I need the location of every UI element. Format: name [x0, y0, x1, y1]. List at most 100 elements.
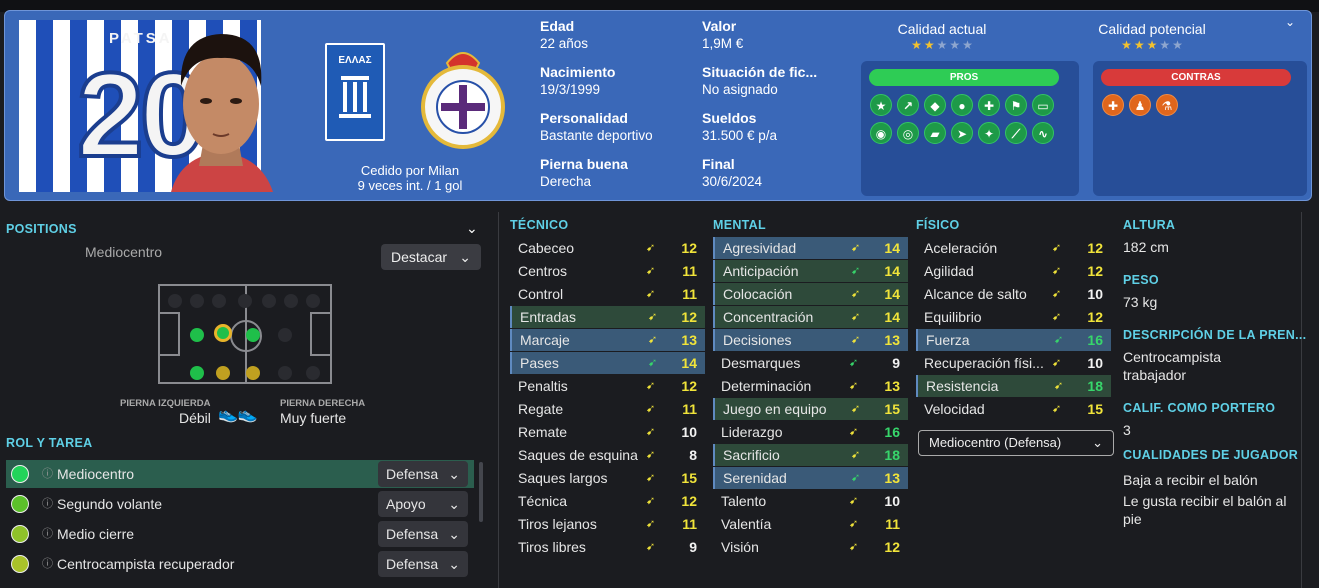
star-icon: ★	[962, 38, 973, 52]
position-dot	[238, 294, 252, 308]
ball-icon[interactable]: ◉	[870, 122, 892, 144]
contras-label: CONTRAS	[1101, 69, 1291, 86]
description-title: DESCRIPCIÓN DE LA PREN...	[1123, 328, 1307, 342]
position-dot	[278, 366, 292, 380]
tecnico-attribute-row[interactable]: Pases ➹ 14	[510, 352, 705, 374]
duty-label: Defensa	[386, 526, 439, 542]
tecnico-attribute-row[interactable]: Regate ➹ 11	[510, 398, 705, 420]
tecnico-attribute-row[interactable]: Tiros libres ➹ 9	[510, 536, 705, 558]
tecnico-attribute-row[interactable]: Remate ➹ 10	[510, 421, 705, 443]
mental-attribute-row[interactable]: Liderazgo ➹ 16	[713, 421, 908, 443]
tecnico-attribute-row[interactable]: Técnica ➹ 12	[510, 490, 705, 512]
header-collapse-chevron-icon[interactable]: ⌄	[1285, 15, 1295, 29]
fisico-attribute-row[interactable]: Resistencia ➹ 18	[916, 375, 1111, 397]
attribute-name: Resistencia	[926, 378, 999, 394]
fisico-attribute-row[interactable]: Aceleración ➹ 12	[916, 237, 1111, 259]
fitness-icon[interactable]: ♟	[1129, 94, 1151, 116]
attribute-value: 15	[681, 470, 697, 486]
duty-dropdown[interactable]: Defensa ⌄	[378, 521, 468, 547]
roles-scrollbar[interactable]	[479, 462, 483, 522]
attribute-name: Decisiones	[723, 332, 792, 348]
attribute-value: 16	[1087, 332, 1103, 348]
role-row[interactable]: ⓘ Mediocentro Defensa ⌄	[6, 460, 474, 488]
mental-attribute-row[interactable]: Valentía ➹ 11	[713, 513, 908, 535]
mental-attribute-row[interactable]: Colocación ➹ 14	[713, 283, 908, 305]
role-row[interactable]: ⓘ Medio cierre Defensa ⌄	[6, 520, 474, 548]
caps-text: 9 veces int. / 1 gol	[357, 178, 463, 193]
role-name: Medio cierre	[57, 526, 135, 542]
position-dot	[214, 324, 232, 342]
fisico-attribute-row[interactable]: Recuperación físi... ➹ 10	[916, 352, 1111, 374]
info-icon[interactable]: ⓘ	[42, 460, 53, 488]
role-row[interactable]: ⓘ Segundo volante Apoyo ⌄	[6, 490, 474, 518]
tecnico-attribute-row[interactable]: Tiros lejanos ➹ 11	[510, 513, 705, 535]
pulse-icon[interactable]: ∿	[1032, 122, 1054, 144]
attribute-value: 12	[681, 493, 697, 509]
trend-icon[interactable]: ↗	[897, 94, 919, 116]
head-icon[interactable]: ●	[951, 94, 973, 116]
mental-attribute-row[interactable]: Agresividad ➹ 14	[713, 237, 908, 259]
info-8: Final 30/6/2024	[702, 155, 762, 191]
tecnico-attribute-row[interactable]: Control ➹ 11	[510, 283, 705, 305]
tecnico-attribute-row[interactable]: Marcaje ➹ 13	[510, 329, 705, 351]
mental-attribute-row[interactable]: Sacrificio ➹ 18	[713, 444, 908, 466]
highlight-dropdown[interactable]: Destacar ⌄	[381, 244, 481, 270]
mental-attribute-row[interactable]: Decisiones ➹ 13	[713, 329, 908, 351]
mental-attribute-row[interactable]: Juego en equipo ➹ 15	[713, 398, 908, 420]
role-fit-icon	[11, 465, 29, 483]
duty-chevron-icon: ⌄	[448, 496, 460, 512]
mental-attribute-row[interactable]: Desmarques ➹ 9	[713, 352, 908, 374]
mental-attribute-row[interactable]: Concentración ➹ 14	[713, 306, 908, 328]
tackle-icon[interactable]: ✦	[978, 122, 1000, 144]
position-dot	[190, 328, 204, 342]
info-icon[interactable]: ⓘ	[42, 490, 53, 518]
fisico-attribute-row[interactable]: Velocidad ➹ 15	[916, 398, 1111, 420]
tecnico-attribute-row[interactable]: Saques largos ➹ 15	[510, 467, 705, 489]
tecnico-attribute-row[interactable]: Cabeceo ➹ 12	[510, 237, 705, 259]
role-select[interactable]: Mediocentro (Defensa) ⌄	[918, 430, 1114, 456]
gk-value: 3	[1123, 422, 1131, 438]
info-icon[interactable]: ⓘ	[42, 550, 53, 578]
fisico-attribute-row[interactable]: Agilidad ➹ 12	[916, 260, 1111, 282]
target-icon[interactable]: ◎	[897, 122, 919, 144]
positions-chevron-icon[interactable]: ⌄	[466, 220, 478, 237]
tecnico-attribute-row[interactable]: Entradas ➹ 12	[510, 306, 705, 328]
attribute-name: Agilidad	[924, 263, 974, 279]
mental-attribute-row[interactable]: Determinación ➹ 13	[713, 375, 908, 397]
runner-icon[interactable]: ➤	[951, 122, 973, 144]
duty-dropdown[interactable]: Apoyo ⌄	[378, 491, 468, 517]
mental-attribute-row[interactable]: Talento ➹ 10	[713, 490, 908, 512]
tecnico-attribute-row[interactable]: Centros ➹ 11	[510, 260, 705, 282]
medical-cross-icon[interactable]: ✚	[1102, 94, 1124, 116]
mental-attribute-row[interactable]: Anticipación ➹ 14	[713, 260, 908, 282]
flask-icon[interactable]: ⚗	[1156, 94, 1178, 116]
role-row[interactable]: ⓘ Centrocampista recuperador Defensa ⌄	[6, 550, 474, 578]
boots-icon[interactable]: ▰	[924, 122, 946, 144]
attribute-name: Regate	[518, 401, 564, 417]
flag-icon[interactable]: ⚑	[1005, 94, 1027, 116]
nation-flag[interactable]: ΕΛΛΑΣ	[325, 43, 385, 141]
trend-arrow-icon: ➹	[646, 426, 656, 438]
attribute-name: Serenidad	[723, 470, 787, 486]
attribute-value: 10	[1087, 286, 1103, 302]
pitch-icon[interactable]: ▭	[1032, 94, 1054, 116]
bandage-icon[interactable]: ✚	[978, 94, 1000, 116]
tecnico-attribute-row[interactable]: Penaltis ➹ 12	[510, 375, 705, 397]
column-divider	[498, 212, 499, 588]
mental-attribute-row[interactable]: Visión ➹ 12	[713, 536, 908, 558]
tecnico-attribute-row[interactable]: Saques de esquina ➹ 8	[510, 444, 705, 466]
stretch-icon[interactable]: ⟋	[1005, 122, 1027, 144]
fisico-attribute-row[interactable]: Equilibrio ➹ 12	[916, 306, 1111, 328]
duty-dropdown[interactable]: Defensa ⌄	[378, 551, 468, 577]
info-icon[interactable]: ⓘ	[42, 520, 53, 548]
position-dot	[246, 366, 260, 380]
tag-icon[interactable]: ◆	[924, 94, 946, 116]
duty-dropdown[interactable]: Defensa ⌄	[378, 461, 468, 487]
fisico-attribute-row[interactable]: Alcance de salto ➹ 10	[916, 283, 1111, 305]
info-key: Situación de fic...	[702, 64, 818, 80]
star-icon[interactable]: ★	[870, 94, 892, 116]
club-crest[interactable]	[415, 41, 511, 153]
fisico-attribute-row[interactable]: Fuerza ➹ 16	[916, 329, 1111, 351]
role-name: Centrocampista recuperador	[57, 556, 235, 572]
mental-attribute-row[interactable]: Serenidad ➹ 13	[713, 467, 908, 489]
